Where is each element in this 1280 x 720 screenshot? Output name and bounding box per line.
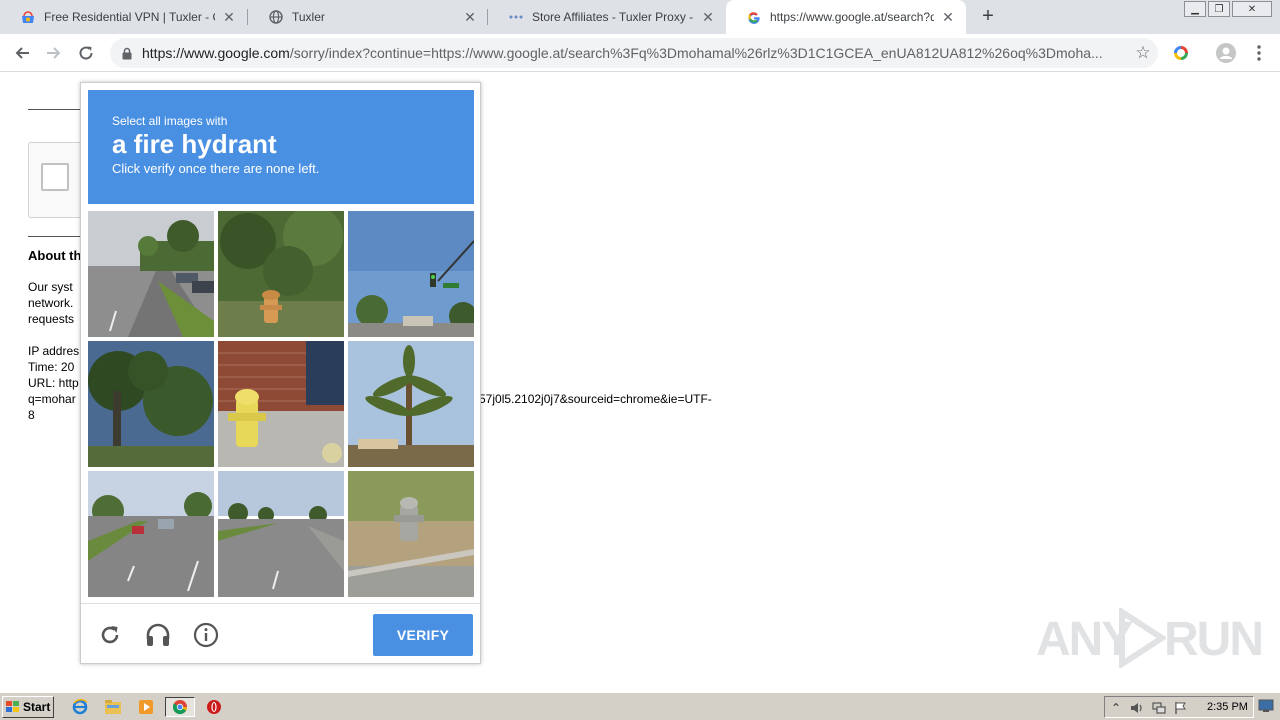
- volume-icon[interactable]: [1129, 700, 1145, 716]
- close-window-icon[interactable]: ✕: [1232, 1, 1272, 17]
- reload-icon[interactable]: [74, 41, 98, 65]
- divider: [28, 236, 80, 237]
- chrome-taskbar-icon[interactable]: [165, 697, 195, 717]
- info-icon[interactable]: [191, 620, 221, 650]
- challenge-footer: VERIFY: [81, 603, 480, 663]
- windows-taskbar: Start ⌃ 2:35 PM: [0, 692, 1280, 720]
- verify-button[interactable]: VERIFY: [373, 614, 473, 656]
- url-path: /sorry/index?continue=https://www.google…: [289, 45, 1103, 61]
- new-tab-button[interactable]: +: [978, 5, 998, 27]
- reload-challenge-icon[interactable]: [95, 620, 125, 650]
- url-line: URL: http: [28, 376, 79, 390]
- anyrun-watermark: ANY RUN: [1036, 606, 1264, 676]
- divider: [28, 109, 80, 110]
- close-tab-icon[interactable]: ✕: [462, 9, 478, 26]
- profile-avatar-icon[interactable]: [1215, 42, 1237, 64]
- close-tab-icon[interactable]: ✕: [221, 9, 237, 26]
- tab-title: Tuxler: [292, 10, 325, 24]
- instruction-line: Select all images with: [112, 114, 228, 128]
- watermark-text-right: RUN: [1164, 613, 1264, 666]
- media-player-icon[interactable]: [135, 697, 157, 717]
- recaptcha-anchor: [28, 142, 88, 218]
- back-arrow-icon[interactable]: [10, 41, 34, 65]
- about-line: requests: [28, 312, 75, 326]
- url-host: https://www.google.com: [142, 45, 290, 61]
- recaptcha-checkbox[interactable]: [41, 163, 69, 191]
- captcha-tile-9[interactable]: [348, 471, 474, 597]
- minimize-icon[interactable]: ▁: [1184, 1, 1206, 17]
- tab-title: https://www.google.at/search?q=m: [770, 10, 934, 24]
- start-button[interactable]: Start: [2, 696, 54, 718]
- play-logo-icon: [1119, 608, 1166, 668]
- restore-icon[interactable]: ❐: [1208, 1, 1230, 17]
- tab-title: Store Affiliates - Tuxler Proxy - Unbl: [532, 10, 694, 24]
- captcha-tile-7[interactable]: [88, 471, 214, 597]
- challenge-header: Select all images with a fire hydrant Cl…: [88, 90, 474, 204]
- captcha-tile-5[interactable]: [218, 341, 344, 467]
- dots-icon: [508, 9, 524, 25]
- bookmark-star-icon[interactable]: ☆: [1128, 43, 1158, 63]
- tab-store-affiliates[interactable]: Store Affiliates - Tuxler Proxy - Unbl ✕: [488, 0, 726, 34]
- tab-tuxler-webstore[interactable]: Free Residential VPN | Tuxler - Chron ✕: [0, 0, 247, 34]
- time-line: Time: 20: [28, 360, 75, 374]
- extension-icon[interactable]: [1170, 42, 1192, 64]
- network-icon[interactable]: [1151, 700, 1167, 716]
- captcha-tile-4[interactable]: [88, 341, 214, 467]
- file-explorer-icon[interactable]: [102, 697, 124, 717]
- captcha-tile-3[interactable]: [348, 211, 474, 337]
- chrome-webstore-icon: [20, 9, 36, 25]
- lock-icon: [120, 46, 134, 60]
- about-heading: About th: [28, 248, 82, 263]
- internet-explorer-icon[interactable]: [69, 697, 91, 717]
- url-line-end: 8: [28, 408, 35, 422]
- start-label: Start: [23, 700, 51, 714]
- captcha-tile-8[interactable]: [218, 471, 344, 597]
- browser-toolbar: https://www.google.com/sorry/index?conti…: [0, 34, 1280, 72]
- captcha-tile-6[interactable]: [348, 341, 474, 467]
- headphones-audio-icon[interactable]: [143, 620, 173, 650]
- forward-arrow-icon[interactable]: [42, 41, 66, 65]
- image-grid: [88, 211, 474, 597]
- ip-address-line: IP addres: [28, 344, 80, 358]
- captcha-tile-1[interactable]: [88, 211, 214, 337]
- tab-google-search[interactable]: https://www.google.at/search?q=m ✕: [726, 0, 966, 34]
- show-desktop-icon[interactable]: [1258, 699, 1276, 715]
- opera-icon[interactable]: [203, 697, 225, 717]
- captcha-tile-2[interactable]: [218, 211, 344, 337]
- url-tail-text: 57j0l5.2102j0j7&sourceid=chrome&ie=UTF-: [479, 392, 712, 406]
- address-bar[interactable]: https://www.google.com/sorry/index?conti…: [110, 38, 1158, 68]
- url-text: https://www.google.com/sorry/index?conti…: [142, 45, 1128, 61]
- recaptcha-challenge: Select all images with a fire hydrant Cl…: [80, 82, 481, 664]
- windows-logo-icon: [6, 701, 19, 712]
- tab-strip: Free Residential VPN | Tuxler - Chron ✕ …: [0, 0, 1280, 34]
- tray-expand-icon[interactable]: ⌃: [1108, 700, 1124, 716]
- action-center-flag-icon[interactable]: [1173, 700, 1189, 716]
- globe-icon: [268, 9, 284, 25]
- about-line: network.: [28, 296, 74, 310]
- tab-title: Free Residential VPN | Tuxler - Chron: [44, 10, 215, 24]
- instruction-hint: Click verify once there are none left.: [112, 161, 320, 176]
- close-tab-icon[interactable]: ✕: [940, 9, 956, 26]
- taskbar-clock[interactable]: 2:35 PM: [1207, 701, 1248, 713]
- url-line-cont: q=mohar: [28, 392, 76, 406]
- about-line: Our syst: [28, 280, 73, 294]
- menu-kebab-icon[interactable]: [1248, 42, 1270, 64]
- tab-tuxler[interactable]: Tuxler ✕: [248, 0, 488, 34]
- close-tab-icon[interactable]: ✕: [700, 9, 716, 26]
- google-g-icon: [746, 9, 762, 25]
- instruction-target: a fire hydrant: [112, 129, 277, 159]
